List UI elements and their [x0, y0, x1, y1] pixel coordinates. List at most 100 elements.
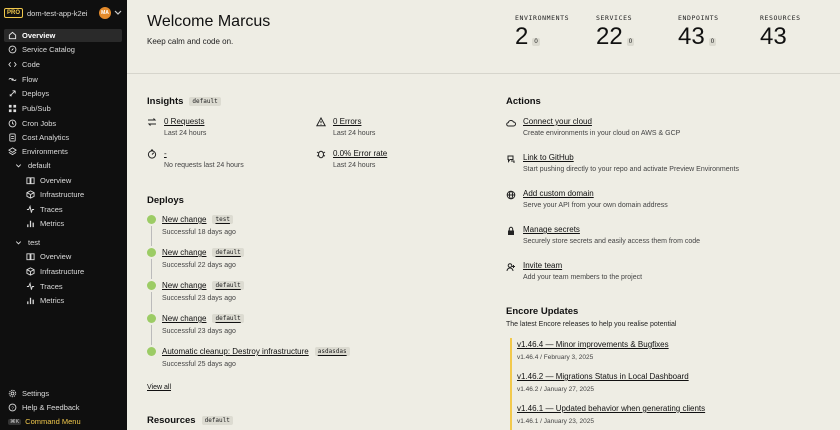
book-icon	[26, 253, 35, 261]
app-switcher[interactable]: PRO dom-test-app-k2ei MA	[4, 6, 122, 20]
timer-icon	[147, 149, 157, 159]
timeline-line	[151, 259, 152, 279]
insight-title: 0.0% Error rate	[333, 149, 388, 158]
stat-environments[interactable]: ENVIRONMENTS 2 0	[515, 14, 570, 50]
deploys-title: Deploys	[147, 195, 184, 206]
insight-sub: Last 24 hours	[333, 130, 376, 137]
sidebar-item-cost-analytics[interactable]: Cost Analytics	[4, 131, 122, 144]
avatar[interactable]: MA	[99, 7, 111, 19]
compass-icon	[8, 45, 17, 54]
sidebar-item-label: Overview	[22, 31, 56, 40]
action-sub: Create environments in your cloud on AWS…	[523, 130, 681, 137]
update-item[interactable]: v1.46.4 — Minor improvements & Bugfixes …	[510, 338, 830, 370]
command-menu-button[interactable]: ⌘K Command Menu	[4, 415, 122, 428]
deploy-item[interactable]: New change default Successful 23 days ago	[147, 314, 477, 347]
deploy-item[interactable]: New change default Successful 23 days ago	[147, 281, 477, 314]
env-test-metrics[interactable]: Metrics	[22, 294, 122, 307]
env-test-infrastructure[interactable]: Infrastructure	[22, 265, 122, 278]
update-item[interactable]: v1.46.2 — Migrations Status in Local Das…	[510, 370, 830, 402]
activity-icon	[26, 205, 35, 213]
sidebar-item-label: Metrics	[40, 296, 65, 305]
deploy-title[interactable]: New change	[162, 215, 206, 224]
update-title[interactable]: v1.46.2 — Migrations Status in Local Das…	[517, 372, 689, 381]
env-tag: test	[212, 215, 233, 224]
sidebar-item-label: Flow	[22, 75, 38, 84]
env-tag: default	[189, 97, 221, 106]
sidebar-item-label: Metrics	[40, 219, 65, 228]
command-menu-label: Command Menu	[25, 417, 81, 426]
deploy-title[interactable]: New change	[162, 248, 206, 257]
action-title[interactable]: Link to GitHub	[523, 153, 574, 162]
update-title[interactable]: v1.46.4 — Minor improvements & Bugfixes	[517, 340, 669, 349]
action-title[interactable]: Invite team	[523, 261, 562, 270]
sidebar-item-overview[interactable]: Overview	[4, 29, 122, 42]
sidebar-item-label: Overview	[40, 176, 72, 185]
stat-value: 2	[515, 23, 529, 50]
updates-subtitle: The latest Encore releases to help you r…	[506, 321, 677, 328]
command-menu-shortcut: ⌘K	[8, 418, 22, 425]
help-icon: ?	[8, 403, 17, 412]
deploy-title[interactable]: New change	[162, 314, 206, 323]
sidebar-item-label: Help & Feedback	[22, 403, 80, 412]
stat-value: 43	[678, 23, 705, 50]
resources-title: Resources	[147, 415, 196, 426]
stat-endpoints[interactable]: ENDPOINTS 43 0	[678, 14, 719, 50]
deploy-item[interactable]: Automatic cleanup: Destroy infrastructur…	[147, 347, 477, 380]
code-icon	[8, 61, 17, 68]
deploy-title[interactable]: New change	[162, 281, 206, 290]
rocket-icon	[9, 90, 16, 97]
bar-chart-icon	[27, 297, 34, 305]
chevron-down-icon	[114, 10, 122, 15]
update-title[interactable]: v1.46.1 — Updated behavior when generati…	[517, 404, 705, 413]
action-title[interactable]: Manage secrets	[523, 225, 580, 234]
warning-icon	[316, 117, 326, 127]
flow-icon	[8, 78, 17, 81]
insight-title: -	[164, 149, 167, 158]
env-default-traces[interactable]: Traces	[22, 203, 122, 216]
env-name: default	[28, 161, 51, 170]
sidebar-item-label: Traces	[40, 282, 63, 291]
sidebar-item-label: Deploys	[22, 89, 50, 98]
update-item[interactable]: v1.46.1 — Updated behavior when generati…	[510, 402, 830, 430]
deploys-heading: Deploys	[147, 195, 184, 206]
env-test-traces[interactable]: Traces	[22, 280, 122, 293]
env-default-infrastructure[interactable]: Infrastructure	[22, 188, 122, 201]
check-circle-icon	[147, 248, 156, 257]
stat-services[interactable]: SERVICES 22 0	[596, 14, 635, 49]
sidebar-item-code[interactable]: Code	[4, 58, 122, 71]
user-plus-icon	[506, 263, 515, 272]
deploy-status: Successful 25 days ago	[162, 361, 236, 368]
arrows-icon	[147, 118, 157, 126]
env-default-overview[interactable]: Overview	[22, 174, 122, 187]
sidebar-item-flow[interactable]: Flow	[4, 73, 122, 86]
action-title[interactable]: Add custom domain	[523, 189, 594, 198]
stat-label: RESOURCES	[760, 14, 801, 22]
update-meta: v1.46.4 / February 3, 2025	[517, 354, 594, 361]
env-default-metrics[interactable]: Metrics	[22, 217, 122, 230]
sidebar-item-help[interactable]: ? Help & Feedback	[4, 401, 122, 414]
env-group-test[interactable]: test	[10, 236, 122, 249]
sidebar-item-settings[interactable]: Settings	[4, 387, 122, 400]
sidebar-item-environments[interactable]: Environments	[4, 145, 122, 158]
deploy-title[interactable]: Automatic cleanup: Destroy infrastructur…	[162, 347, 309, 356]
stat-label: ENVIRONMENTS	[515, 14, 570, 22]
view-all-deploys-link[interactable]: View all	[147, 384, 171, 391]
stat-value: 43	[760, 23, 787, 50]
gear-icon	[8, 389, 17, 398]
env-tag: default	[212, 281, 244, 290]
sidebar-item-service-catalog[interactable]: Service Catalog	[4, 43, 122, 56]
sidebar-item-deploys[interactable]: Deploys	[4, 87, 122, 100]
action-title[interactable]: Connect your cloud	[523, 117, 592, 126]
bug-icon	[316, 150, 326, 159]
stat-resources[interactable]: RESOURCES 43	[760, 14, 801, 50]
sidebar-item-label: Code	[22, 60, 40, 69]
deploy-item[interactable]: New change test Successful 18 days ago	[147, 215, 477, 248]
sidebar-item-pubsub[interactable]: Pub/Sub	[4, 102, 122, 115]
env-tag: default	[212, 248, 244, 257]
actions-title: Actions	[506, 96, 541, 107]
sidebar-item-cron-jobs[interactable]: Cron Jobs	[4, 117, 122, 130]
env-group-default[interactable]: default	[10, 159, 122, 172]
env-test-overview[interactable]: Overview	[22, 250, 122, 263]
timeline-line	[151, 325, 152, 345]
deploy-item[interactable]: New change default Successful 22 days ago	[147, 248, 477, 281]
